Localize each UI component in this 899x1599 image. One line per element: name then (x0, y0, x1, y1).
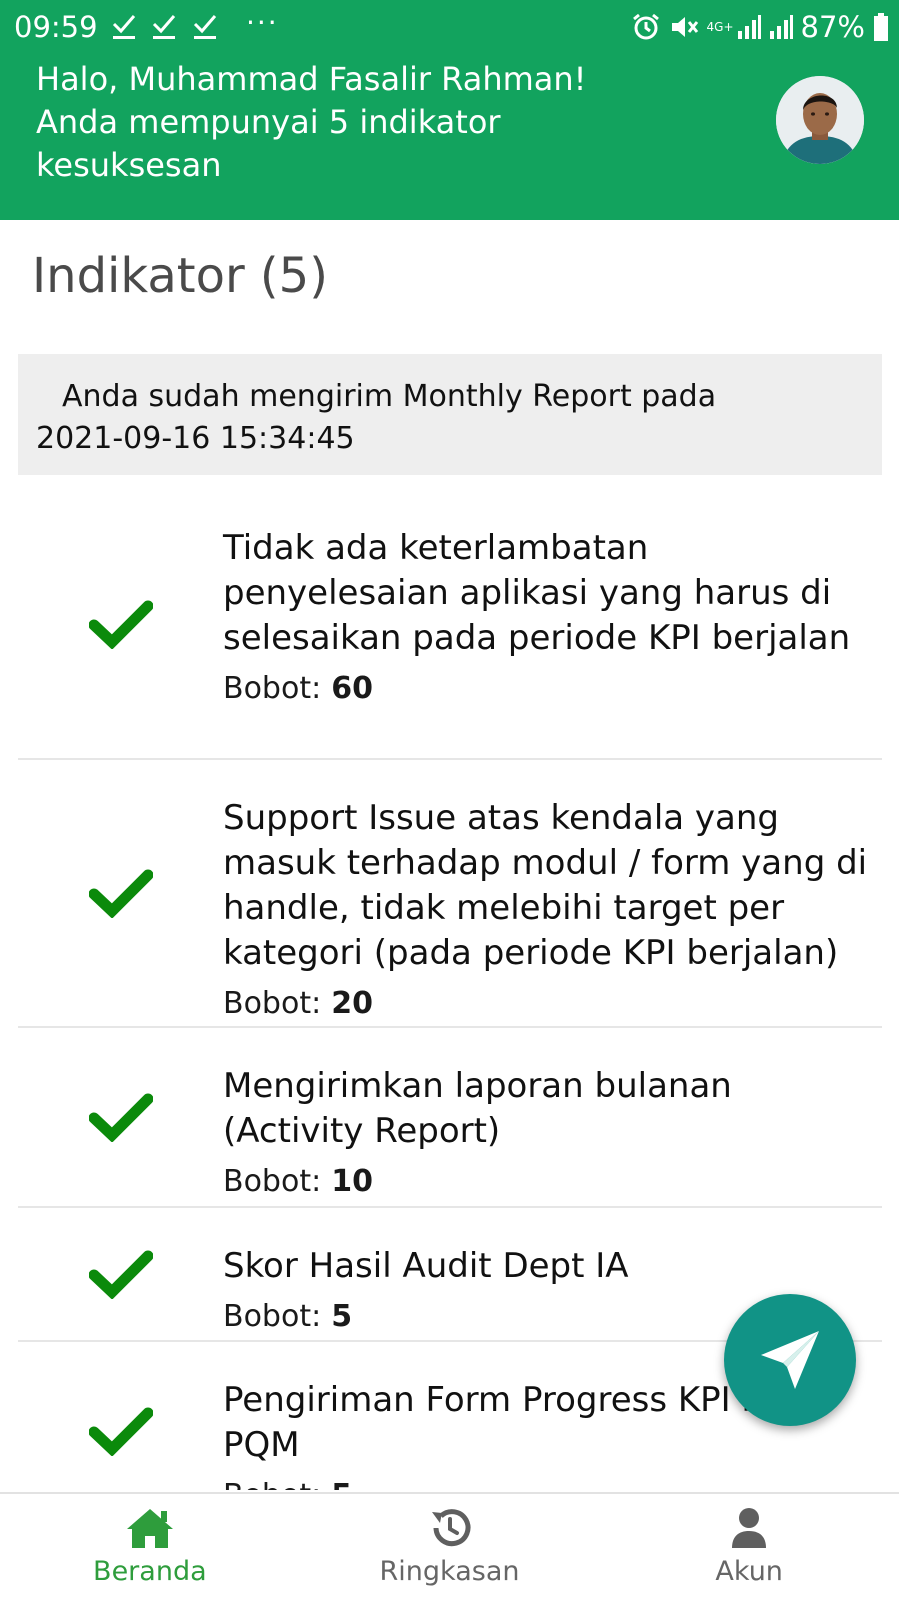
signal-icon (737, 15, 761, 39)
nav-label: Ringkasan (379, 1556, 520, 1587)
weight-label: Bobot: (223, 1299, 322, 1334)
check-icon (88, 1407, 153, 1456)
weight-value: 10 (331, 1164, 373, 1199)
indicator-weight: Bobot: 60 (223, 669, 868, 709)
status-cell (18, 1208, 223, 1340)
nav-label: Beranda (93, 1556, 207, 1587)
send-icon (761, 1331, 819, 1389)
indicator-weight: Bobot: 20 (223, 984, 868, 1024)
status-time: 09:59 (14, 10, 98, 44)
indicator-title: Mengirimkan laporan bulanan (Activity Re… (223, 1066, 732, 1151)
profile-photo (776, 76, 864, 164)
history-icon (431, 1509, 470, 1547)
more-dots-icon: ··· (246, 6, 279, 39)
person-icon (732, 1508, 767, 1548)
monthly-report-notice: Anda sudah mengirim Monthly Report pada … (18, 354, 882, 475)
weight-value: 5 (331, 1478, 352, 1490)
status-cell (18, 760, 223, 1026)
status-right-icons: 4G+ 87% (631, 8, 889, 46)
list-item[interactable]: Tidak ada keterlambatan penyelesaian apl… (18, 490, 882, 760)
weight-value: 20 (331, 986, 373, 1021)
weight-label: Bobot: (223, 1164, 322, 1199)
indicator-weight: Bobot: 10 (223, 1162, 868, 1202)
nav-label: Akun (715, 1556, 783, 1587)
status-cell (18, 490, 223, 758)
bottom-navigation: Beranda Ringkasan Akun (0, 1492, 899, 1599)
page-title: Indikator (5) (32, 248, 328, 304)
mute-icon (671, 17, 698, 37)
indicator-title: Support Issue atas kendala yang masuk te… (223, 798, 868, 973)
check-icon (112, 15, 136, 39)
indicator-weight: Bobot: 5 (223, 1476, 868, 1490)
weight-label: Bobot: (223, 986, 322, 1021)
nav-ringkasan[interactable]: Ringkasan (300, 1494, 600, 1599)
list-item[interactable]: Support Issue atas kendala yang masuk te… (18, 760, 882, 1028)
list-item[interactable]: Mengirimkan laporan bulanan (Activity Re… (18, 1028, 882, 1208)
notice-timestamp: 2021-09-16 15:34:45 (36, 421, 355, 456)
indicator-title: Skor Hasil Audit Dept IA (223, 1246, 629, 1286)
check-icon (88, 600, 153, 649)
check-icon (88, 1250, 153, 1299)
battery-icon (874, 13, 888, 41)
check-icon (88, 1093, 153, 1142)
signal-icon (769, 15, 793, 39)
weight-value: 60 (331, 671, 373, 706)
weight-value: 5 (331, 1299, 353, 1334)
weight-label: Bobot: (223, 671, 322, 706)
battery-percent: 87% (800, 10, 865, 44)
check-icon (152, 15, 176, 39)
network-type: 4G+ (706, 20, 734, 34)
notice-line: Anda sudah mengirim Monthly Report pada (62, 379, 717, 414)
send-report-button[interactable] (724, 1294, 856, 1426)
weight-label: Bobot: (223, 1478, 321, 1490)
home-icon (126, 1509, 173, 1548)
greeting-summary: Anda mempunyai 5 indikator kesuksesan (36, 103, 501, 184)
nav-akun[interactable]: Akun (599, 1494, 899, 1599)
alarm-icon (632, 13, 659, 40)
app-header: 09:59 ··· 4G+ 87% Halo, Muhammad Fasalir… (0, 0, 899, 220)
status-cell (18, 1028, 223, 1206)
status-cell (18, 1342, 223, 1490)
status-bar: 09:59 ··· 4G+ 87% (0, 0, 899, 54)
avatar[interactable] (776, 76, 864, 164)
check-icon (193, 15, 217, 39)
check-icon (88, 869, 153, 918)
nav-beranda[interactable]: Beranda (0, 1494, 300, 1599)
indicator-title: Tidak ada keterlambatan penyelesaian apl… (223, 528, 851, 658)
greeting-name: Halo, Muhammad Fasalir Rahman! (36, 60, 587, 98)
greeting: Halo, Muhammad Fasalir Rahman! Anda memp… (36, 58, 636, 187)
